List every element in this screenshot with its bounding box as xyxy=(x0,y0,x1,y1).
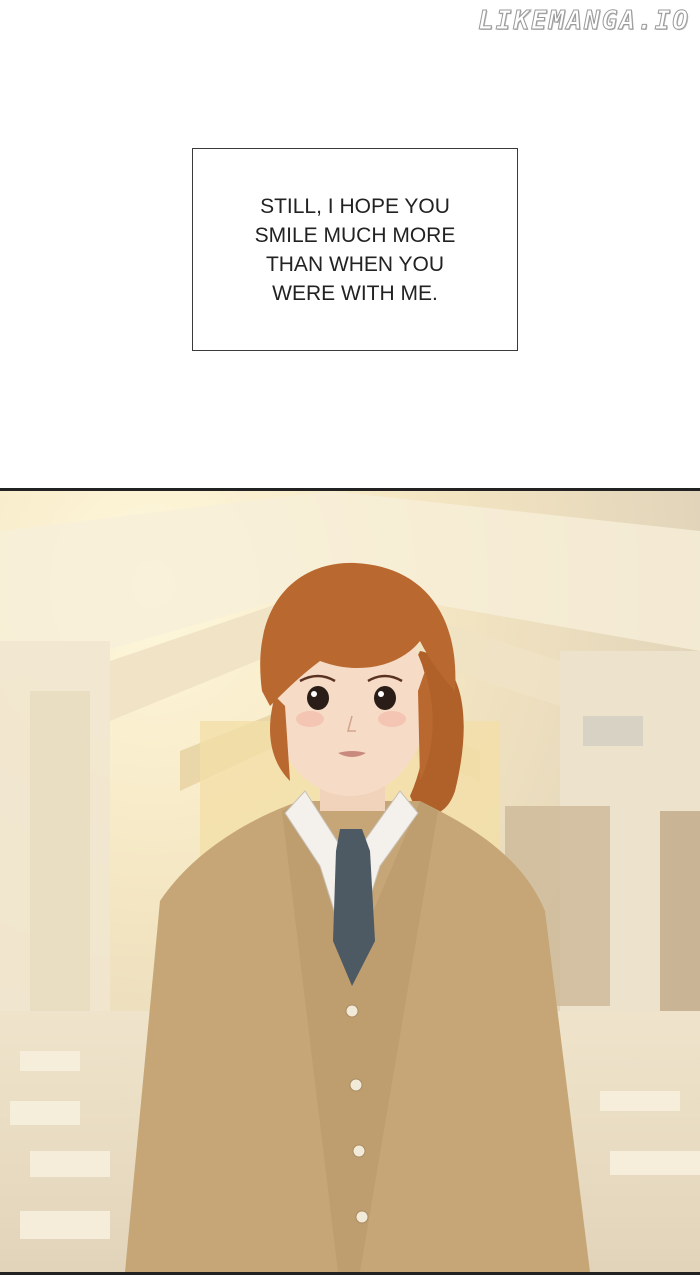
right-eye xyxy=(374,686,396,710)
comic-panel xyxy=(0,488,700,1275)
narration-box: STILL, I HOPE YOU SMILE MUCH MORE THAN W… xyxy=(192,148,518,351)
hallway-girl-illustration xyxy=(0,491,700,1272)
left-eye-highlight xyxy=(311,691,317,697)
site-watermark: LIKEMANGA.IO xyxy=(478,6,690,37)
left-eye xyxy=(307,686,329,710)
left-window xyxy=(30,691,90,1011)
right-blush xyxy=(378,711,406,727)
left-blush xyxy=(296,711,324,727)
right-eye-highlight xyxy=(378,691,384,697)
room-sign xyxy=(583,716,643,746)
narration-text: STILL, I HOPE YOU SMILE MUCH MORE THAN W… xyxy=(254,194,456,305)
